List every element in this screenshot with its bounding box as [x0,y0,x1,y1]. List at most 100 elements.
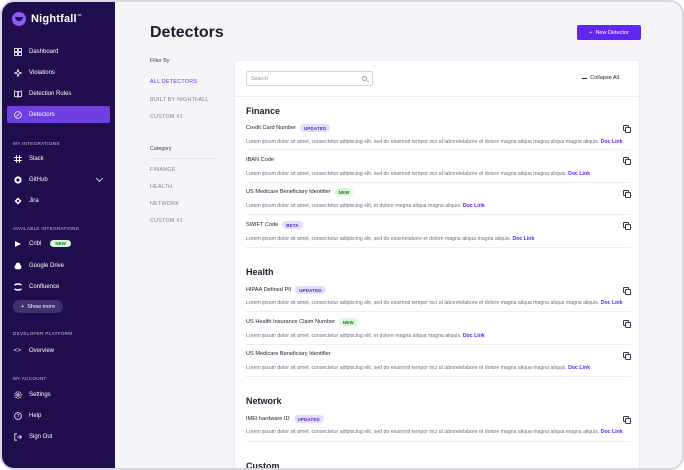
doc-link[interactable]: Doc Link [601,429,623,435]
doc-link[interactable]: Doc Link [463,203,485,209]
sidebar-item-sign-out[interactable]: Sign Out [7,428,110,445]
sidebar-item-label: Google Drive [29,262,65,269]
divider [150,158,216,159]
logo-text: Nightfall [31,13,77,25]
sidebar-item-label: GitHub [29,176,48,183]
sidebar-item-confluence[interactable]: Confluence [7,278,110,295]
jira-icon [13,196,22,205]
sidebar-item-label: Jira [29,197,39,204]
svg-text:?: ? [16,413,19,419]
cribl-icon [13,239,22,248]
copy-icon[interactable] [623,416,631,424]
sidebar-item-label: Cribl [29,240,42,247]
doc-link[interactable]: Doc Link [601,139,623,145]
description-text: Lorem ipsum dolor sit amet, consectetur … [246,139,600,145]
detector-name-text: US Medicare Beneficiary Identifier [246,351,331,357]
detector-name[interactable]: HIPAA Defined PII UPDATED [246,286,326,294]
copy-icon[interactable] [623,352,631,360]
search-input[interactable]: Search [246,71,373,86]
category-custom-1[interactable]: CUSTOM #1 [150,218,183,224]
updated-badge: UPDATED [293,415,324,423]
dashboard-icon [13,47,22,56]
detector-description: Lorem ipsum dolor sit amet, consectetur … [246,171,634,177]
sidebar-item-slack[interactable]: Slack [7,150,110,167]
updated-badge: UPDATED [295,286,326,294]
updated-badge: UPDATED [300,124,331,132]
new-detector-button[interactable]: + New Detector [577,25,641,40]
sidebar-item-detection-rules[interactable]: Detection Rules [7,85,110,102]
sidebar-item-dashboard[interactable]: Dashboard [7,43,110,60]
doc-link[interactable]: Doc Link [463,333,485,339]
category-health[interactable]: HEALTH [150,184,172,190]
new-badge: NEW [50,240,71,247]
detector-name-text: IBAN Code [246,157,274,163]
sidebar-item-help[interactable]: ? Help [7,407,110,424]
doc-link[interactable]: Doc Link [568,365,590,371]
detector-name-text: US Medicare Beneficiary Identifier [246,189,331,195]
description-text: Lorem ipsum dolor sit amet, consectetur … [246,236,511,242]
help-icon: ? [13,411,22,420]
description-text: Lorem ipsum dolor sit amet, consectetur … [246,429,600,435]
sidebar-item-violations[interactable]: Violations [7,64,110,81]
copy-icon[interactable] [623,287,631,295]
detector-description: Lorem ipsum dolor sit amet, consectetur … [246,236,634,242]
divider [235,96,639,97]
group-title-custom: Custom [246,461,280,470]
description-text: Lorem ipsum dolor sit amet, consectetur … [246,365,567,371]
show-more-button[interactable]: + Show more [13,300,64,313]
gear-icon [13,390,22,399]
category-finance[interactable]: FINANCE [150,167,175,173]
copy-icon[interactable] [623,157,631,165]
detector-description: Lorem ipsum dolor sit amet, consectetur … [246,139,634,145]
sidebar-item-label: Dashboard [29,48,59,55]
copy-icon[interactable] [623,190,631,198]
sidebar-item-jira[interactable]: Jira [7,192,110,209]
detector-name[interactable]: SWIFT Code BETA [246,221,303,229]
nightfall-logo-icon [12,12,26,26]
doc-link[interactable]: Doc Link [512,236,534,242]
copy-icon[interactable] [623,320,631,328]
category-heading: Category [150,146,172,152]
detector-name[interactable]: Credit Card Number UPDATED [246,124,331,132]
minus-icon [582,77,588,79]
code-icon: <> [13,347,21,354]
group-title-health: Health [246,267,274,277]
compass-icon [13,110,22,119]
search-icon [362,76,367,81]
plus-icon: + [21,303,25,310]
copy-icon[interactable] [623,125,631,133]
row-divider [246,214,631,215]
detector-name[interactable]: US Health Insurance Claim Number NEW [246,318,358,326]
sidebar-item-google-drive[interactable]: Google Drive [7,257,110,274]
filter-built-by-nightfall[interactable]: BUILT BY NIGHTFALL [150,97,209,103]
detector-name[interactable]: IBAN Code [246,157,274,163]
filter-all-detectors[interactable]: ALL DETECTORS [150,79,197,85]
logo-trademark: ™ [76,13,82,20]
detector-name-text: HIPAA Defined PII [246,287,292,293]
section-label-my-account: MY ACCOUNT [13,376,47,381]
description-text: Lorem ipsum dolor sit amet, consectetur … [246,300,600,306]
detector-name[interactable]: US Medicare Beneficiary Identifier NEW [246,188,354,196]
collapse-all-button[interactable]: Collapse All [582,75,619,81]
slack-icon [13,154,22,163]
sidebar-item-detectors[interactable]: Detectors [7,106,110,123]
doc-link[interactable]: Doc Link [568,171,590,177]
sidebar-item-overview[interactable]: <> Overview [7,342,110,359]
doc-link[interactable]: Doc Link [601,300,623,306]
collapse-all-label: Collapse All [590,75,619,81]
sidebar-item-label: Help [29,412,42,419]
category-network[interactable]: NETWORK [150,201,179,207]
confluence-icon [13,282,22,291]
github-icon [13,175,22,184]
detector-name[interactable]: IMEI hardware ID UPDATED [246,415,324,423]
detector-name[interactable]: US Medicare Beneficiary Identifier [246,351,331,357]
chevron-down-icon[interactable] [95,174,104,183]
copy-icon[interactable] [623,222,631,230]
sidebar-item-settings[interactable]: Settings [7,386,110,403]
sidebar-item-cribl[interactable]: Cribl NEW [7,235,110,252]
sidebar-item-label: Confluence [29,283,60,290]
description-text: Lorem ipsum dolor sit amet, consectetur … [246,203,462,209]
filter-custom-1[interactable]: CUSTOM #1 [150,114,183,120]
logo[interactable]: Nightfall™ [12,12,82,26]
sidebar-item-github[interactable]: GitHub [7,171,110,188]
